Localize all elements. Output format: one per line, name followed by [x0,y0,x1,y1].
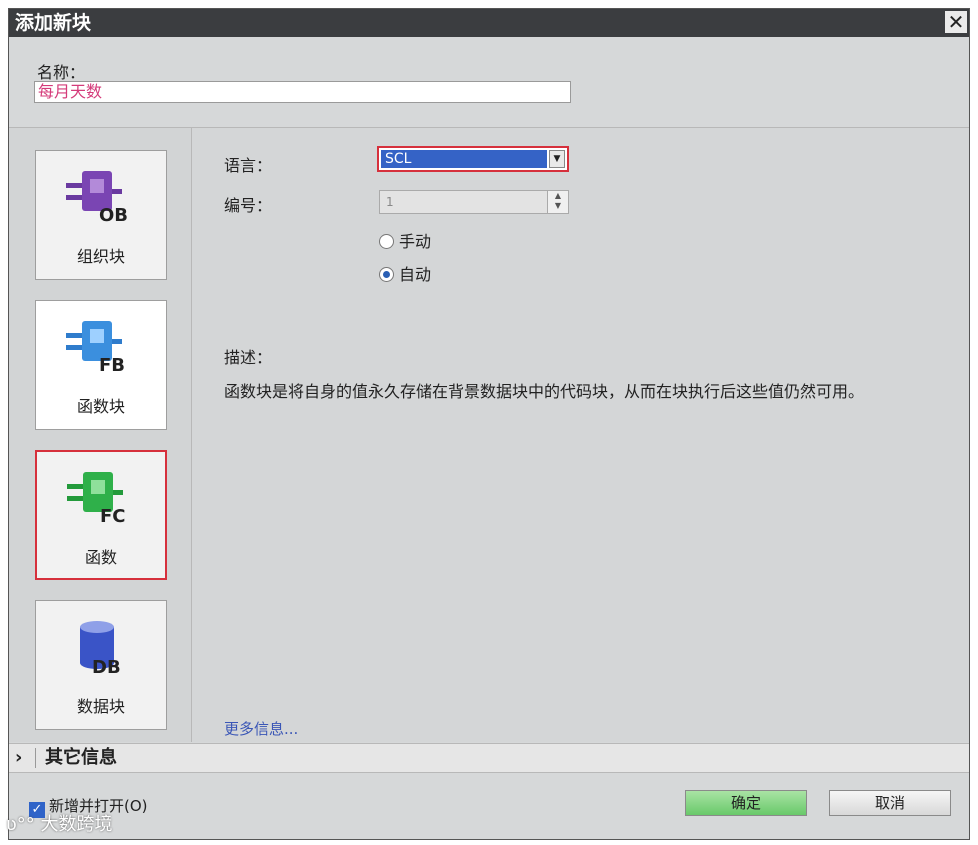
language-value: SCL [381,150,547,168]
block-type-fb[interactable]: FB 函数块 [35,300,167,430]
add-new-block-dialog: 添加新块 ✕ 名称： 每月天数 OB 组织块 FB 函数块 FC 函数 DB 数… [8,8,970,840]
ob-block-icon: OB [66,171,128,226]
name-input[interactable]: 每月天数 [34,81,571,103]
block-type-fc[interactable]: FC 函数 [35,450,167,580]
dropdown-arrow-icon[interactable]: ▼ [549,150,565,168]
divider [35,748,36,768]
db-badge: DB [92,657,121,678]
more-info-link[interactable]: 更多信息... [224,718,298,739]
radio-label: 手动 [399,232,432,251]
block-type-panel: OB 组织块 FB 函数块 FC 函数 DB 数据块 [9,128,192,742]
radio-button-icon[interactable] [379,267,394,282]
block-type-label: 数据块 [76,697,125,716]
spinner-icon[interactable]: ▲ ▼ [547,191,568,213]
block-type-db[interactable]: DB 数据块 [35,600,167,730]
block-type-label: 组织块 [76,247,125,266]
additional-info-section[interactable]: › 其它信息 [9,743,969,773]
radio-manual[interactable]: 手动 [379,228,431,252]
radio-label: 自动 [399,265,432,284]
description-text: 函数块是将自身的值永久存储在背景数据块中的代码块，从而在块执行后这些值仍然可用。 [224,382,865,401]
language-select[interactable]: SCL ▼ [377,146,569,172]
ob-badge: OB [99,205,128,226]
number-label: 编号： [224,196,273,215]
number-value: 1 [386,195,394,209]
close-icon[interactable]: ✕ [945,11,967,33]
block-type-label: 函数 [84,548,117,567]
block-type-label: 函数块 [76,397,125,416]
dialog-title: 添加新块 [15,12,92,34]
watermark-text: 大数跨境 [40,814,113,835]
language-label: 语言： [224,156,273,175]
fb-badge: FB [99,355,125,376]
cancel-button[interactable]: 取消 [829,790,951,816]
fc-badge: FC [100,506,126,527]
radio-auto[interactable]: 自动 [379,261,431,285]
watermark-logo-icon: ʋ°° [6,814,35,835]
chevron-right-icon[interactable]: › [15,744,22,772]
radio-button-icon[interactable] [379,234,394,249]
fc-block-icon: FC [67,472,126,527]
number-input[interactable]: 1 ▲ ▼ [379,190,569,214]
block-settings-panel: 语言： SCL ▼ 编号： 1 ▲ ▼ 手动 自动 描述： 函数块是将自身的值永久… [192,128,969,742]
db-cylinder-icon: DB [80,621,121,678]
description-label: 描述： [224,348,273,367]
name-label: 名称： [37,63,86,82]
fb-block-icon: FB [66,321,125,376]
ok-button[interactable]: 确定 [685,790,807,816]
additional-info-label: 其它信息 [45,747,117,768]
watermark: ʋ°° 大数跨境 [6,810,113,836]
block-type-ob[interactable]: OB 组织块 [35,150,167,280]
title-bar: 添加新块 ✕ [9,9,969,37]
